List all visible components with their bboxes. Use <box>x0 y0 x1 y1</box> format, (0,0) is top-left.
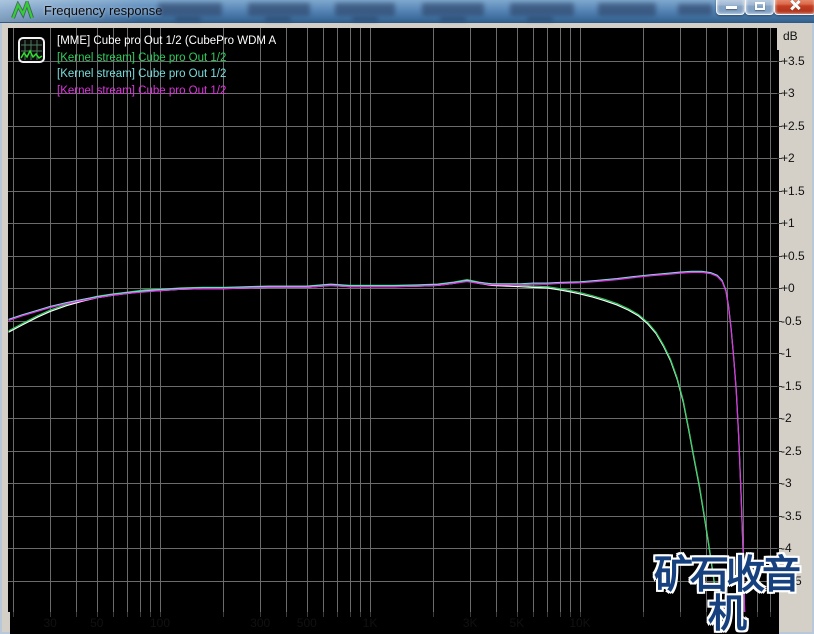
window-title: Frequency response <box>44 3 163 18</box>
background-window-blur <box>352 17 378 21</box>
y-axis-tick-label: -1.5 <box>781 378 802 393</box>
background-window-blur <box>598 3 656 16</box>
legend-entry: [Kernel stream] Cube pro Out 1/2 <box>57 51 227 64</box>
background-window-blur <box>440 17 466 21</box>
y-axis-tick-label: -2.5 <box>781 443 802 458</box>
y-axis-tick-label: -4 <box>781 541 792 555</box>
y-axis-tick-label: +2.5 <box>781 118 805 133</box>
y-axis-tick-label: +1 <box>781 216 795 230</box>
spectrum-grid-icon-button[interactable] <box>18 37 45 63</box>
x-axis-tick-label: 30 <box>43 616 57 630</box>
background-window-blur <box>422 3 484 16</box>
legend-entry: [Kernel stream] Cube pro Out 1/2 <box>57 68 227 80</box>
x-axis-tick-label: 10K <box>569 616 591 630</box>
chart-client-area <box>0 22 814 634</box>
y-axis-tick-label: +2 <box>781 151 795 165</box>
legend-entries: [MME] Cube pro Out 1/2 (CubePro WDM A [Ke… <box>57 33 276 99</box>
plot-area <box>10 50 779 634</box>
frequency-response-window: Frequency response [MME] Cube pro Out 1/… <box>0 0 814 634</box>
y-axis-tick-label: -0.5 <box>781 313 802 328</box>
x-axis-tick-label: 1K <box>362 616 378 630</box>
maximize-icon <box>755 2 765 10</box>
minimize-icon <box>726 6 737 9</box>
y-axis-tick-label: +0.5 <box>781 248 805 263</box>
y-axis-tick-label: -3.5 <box>781 508 802 523</box>
y-axis-tick-label: -2 <box>781 411 792 425</box>
background-window-blur <box>527 17 553 21</box>
x-axis-tick-label: 5K <box>509 616 525 630</box>
y-axis-tick-label: +0 <box>781 281 795 295</box>
y-axis-tick-label: -1 <box>781 346 792 360</box>
y-axis-tick-label: +1.5 <box>781 183 805 198</box>
background-window-blur <box>510 3 574 16</box>
background-window-blur <box>335 3 395 16</box>
background-window-blur <box>158 3 222 16</box>
background-window-blur <box>175 17 201 21</box>
y-axis-tick-label: +3.5 <box>781 53 805 68</box>
close-button[interactable] <box>774 0 814 15</box>
legend-entry: [MME] Cube pro Out 1/2 (CubePro WDM A <box>57 35 277 47</box>
y-axis-tick-label: +3 <box>781 86 795 100</box>
background-window-blur <box>678 4 712 15</box>
app-waveform-icon <box>11 1 34 19</box>
background-window-blur <box>248 3 310 16</box>
x-axis-tick-label: 50 <box>90 616 104 630</box>
title-bar[interactable]: Frequency response <box>0 0 814 23</box>
y-axis-tick-label: -3 <box>781 476 792 490</box>
y-axis-tick-label: -4.5 <box>781 573 802 588</box>
x-axis-tick-label: 3K <box>462 616 478 630</box>
y-axis-unit-label: dB <box>783 29 798 43</box>
x-axis-tick-label: 300 <box>250 616 271 630</box>
close-icon <box>789 0 801 10</box>
legend-entry: [Kernel stream] Cube pro Out 1/2 <box>57 84 227 97</box>
x-axis-tick-label: 500 <box>296 616 317 630</box>
x-axis-tick-label: 100 <box>149 616 171 630</box>
background-window-blur <box>265 17 291 21</box>
maximize-button[interactable] <box>745 0 774 15</box>
minimize-button[interactable] <box>716 0 745 15</box>
